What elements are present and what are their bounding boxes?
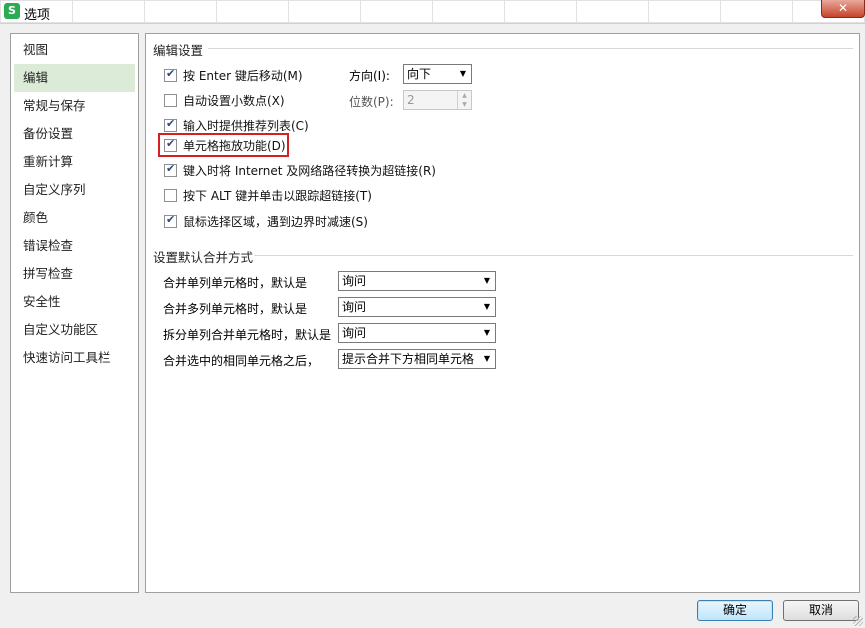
split-merged-select[interactable]: 询问 ▼ bbox=[338, 323, 496, 343]
sidebar-item-spell-check[interactable]: 拼写检查 bbox=[11, 260, 138, 288]
merge-single-column-select[interactable]: 询问 ▼ bbox=[338, 271, 496, 291]
merge-row-label: 合并选中的相同单元格之后， bbox=[163, 354, 320, 368]
options-sidebar: 视图 编辑 常规与保存 备份设置 重新计算 自定义序列 颜色 错误检查 拼写检查… bbox=[10, 33, 139, 593]
cancel-button[interactable]: 取消 bbox=[783, 600, 859, 621]
option-label: 鼠标选择区域，遇到边界时减速(S) bbox=[183, 214, 368, 229]
edit-settings-title: 编辑设置 bbox=[153, 43, 204, 58]
merge-multi-column-select[interactable]: 询问 ▼ bbox=[338, 297, 496, 317]
sidebar-item-customize-ribbon[interactable]: 自定义功能区 bbox=[11, 316, 138, 344]
places-value: 2 bbox=[407, 93, 415, 107]
option-label: 输入时提供推荐列表(C) bbox=[183, 118, 309, 133]
chevron-down-icon: ▼ bbox=[483, 302, 490, 311]
sidebar-item-custom-lists[interactable]: 自定义序列 bbox=[11, 176, 138, 204]
sidebar-item-recalculate[interactable]: 重新计算 bbox=[11, 148, 138, 176]
sidebar-item-general-save[interactable]: 常规与保存 bbox=[11, 92, 138, 120]
chevron-down-icon: ▼ bbox=[459, 69, 466, 78]
sidebar-item-error-checking[interactable]: 错误检查 bbox=[11, 232, 138, 260]
option-label: 按 Enter 键后移动(M) bbox=[183, 68, 303, 83]
sidebar-item-color[interactable]: 颜色 bbox=[11, 204, 138, 232]
close-button[interactable]: ✕ bbox=[821, 0, 865, 18]
resize-grip-icon[interactable] bbox=[853, 616, 863, 626]
decimal-places-spinner[interactable]: 2 ▲ ▼ bbox=[403, 90, 472, 110]
chevron-down-icon: ▼ bbox=[483, 328, 490, 337]
merge-row-label: 合并单列单元格时，默认是 bbox=[163, 276, 308, 290]
sidebar-item-view[interactable]: 视图 bbox=[11, 36, 138, 64]
merge-same-cells-select[interactable]: 提示合并下方相同单元格 ▼ bbox=[338, 349, 496, 369]
merge-settings-title: 设置默认合并方式 bbox=[153, 250, 254, 265]
option-slow-at-border[interactable]: 鼠标选择区域，遇到边界时减速(S) bbox=[164, 212, 368, 230]
window-title: 选项 bbox=[24, 8, 51, 23]
option-auto-decimal[interactable]: 自动设置小数点(X) bbox=[164, 91, 285, 109]
direction-select[interactable]: 向下 ▼ bbox=[403, 64, 472, 84]
sidebar-item-edit[interactable]: 编辑 bbox=[14, 64, 135, 92]
merge-row-label: 拆分单列合并单元格时，默认是 bbox=[163, 328, 332, 342]
select-value: 询问 bbox=[342, 300, 367, 314]
checkbox[interactable] bbox=[164, 93, 177, 107]
sidebar-item-quick-access-toolbar[interactable]: 快速访问工具栏 bbox=[11, 344, 138, 372]
spinner-arrows-icon[interactable]: ▲ ▼ bbox=[457, 91, 471, 109]
option-alt-click-hyperlink[interactable]: 按下 ALT 键并单击以跟踪超链接(T) bbox=[164, 186, 372, 204]
option-cell-drag-drop[interactable]: 单元格拖放功能(D) bbox=[164, 136, 286, 154]
option-autocomplete[interactable]: 输入时提供推荐列表(C) bbox=[164, 116, 309, 134]
app-logo-icon: S bbox=[4, 3, 20, 19]
sidebar-item-security[interactable]: 安全性 bbox=[11, 288, 138, 316]
option-label: 单元格拖放功能(D) bbox=[183, 138, 286, 153]
checkbox[interactable] bbox=[164, 213, 177, 228]
merge-row-label: 合并多列单元格时，默认是 bbox=[163, 302, 308, 316]
section-divider bbox=[208, 48, 853, 49]
section-divider bbox=[254, 255, 853, 256]
places-label: 位数(P): bbox=[349, 95, 394, 109]
select-value: 询问 bbox=[342, 274, 367, 288]
option-label: 按下 ALT 键并单击以跟踪超链接(T) bbox=[183, 188, 372, 203]
select-value: 询问 bbox=[342, 326, 367, 340]
chevron-down-icon: ▼ bbox=[483, 276, 490, 285]
title-bar: S 选项 ✕ bbox=[0, 0, 865, 24]
checkbox[interactable] bbox=[164, 137, 177, 152]
chevron-down-icon: ▼ bbox=[483, 354, 490, 363]
option-move-after-enter[interactable]: 按 Enter 键后移动(M) bbox=[164, 66, 303, 84]
option-label: 键入时将 Internet 及网络路径转换为超链接(R) bbox=[183, 163, 436, 178]
checkbox[interactable] bbox=[164, 188, 177, 202]
checkbox[interactable] bbox=[164, 117, 177, 132]
option-label: 自动设置小数点(X) bbox=[183, 93, 285, 108]
edit-settings-panel: 编辑设置 按 Enter 键后移动(M) 自动设置小数点(X) 输入时提供推荐列… bbox=[145, 33, 860, 593]
option-auto-hyperlink[interactable]: 键入时将 Internet 及网络路径转换为超链接(R) bbox=[164, 161, 436, 179]
checkbox[interactable] bbox=[164, 162, 177, 177]
checkbox[interactable] bbox=[164, 67, 177, 82]
ok-button[interactable]: 确定 bbox=[697, 600, 773, 621]
sidebar-item-backup[interactable]: 备份设置 bbox=[11, 120, 138, 148]
direction-label: 方向(I): bbox=[349, 69, 390, 83]
select-value: 提示合并下方相同单元格 bbox=[342, 352, 475, 366]
direction-value: 向下 bbox=[407, 67, 432, 81]
